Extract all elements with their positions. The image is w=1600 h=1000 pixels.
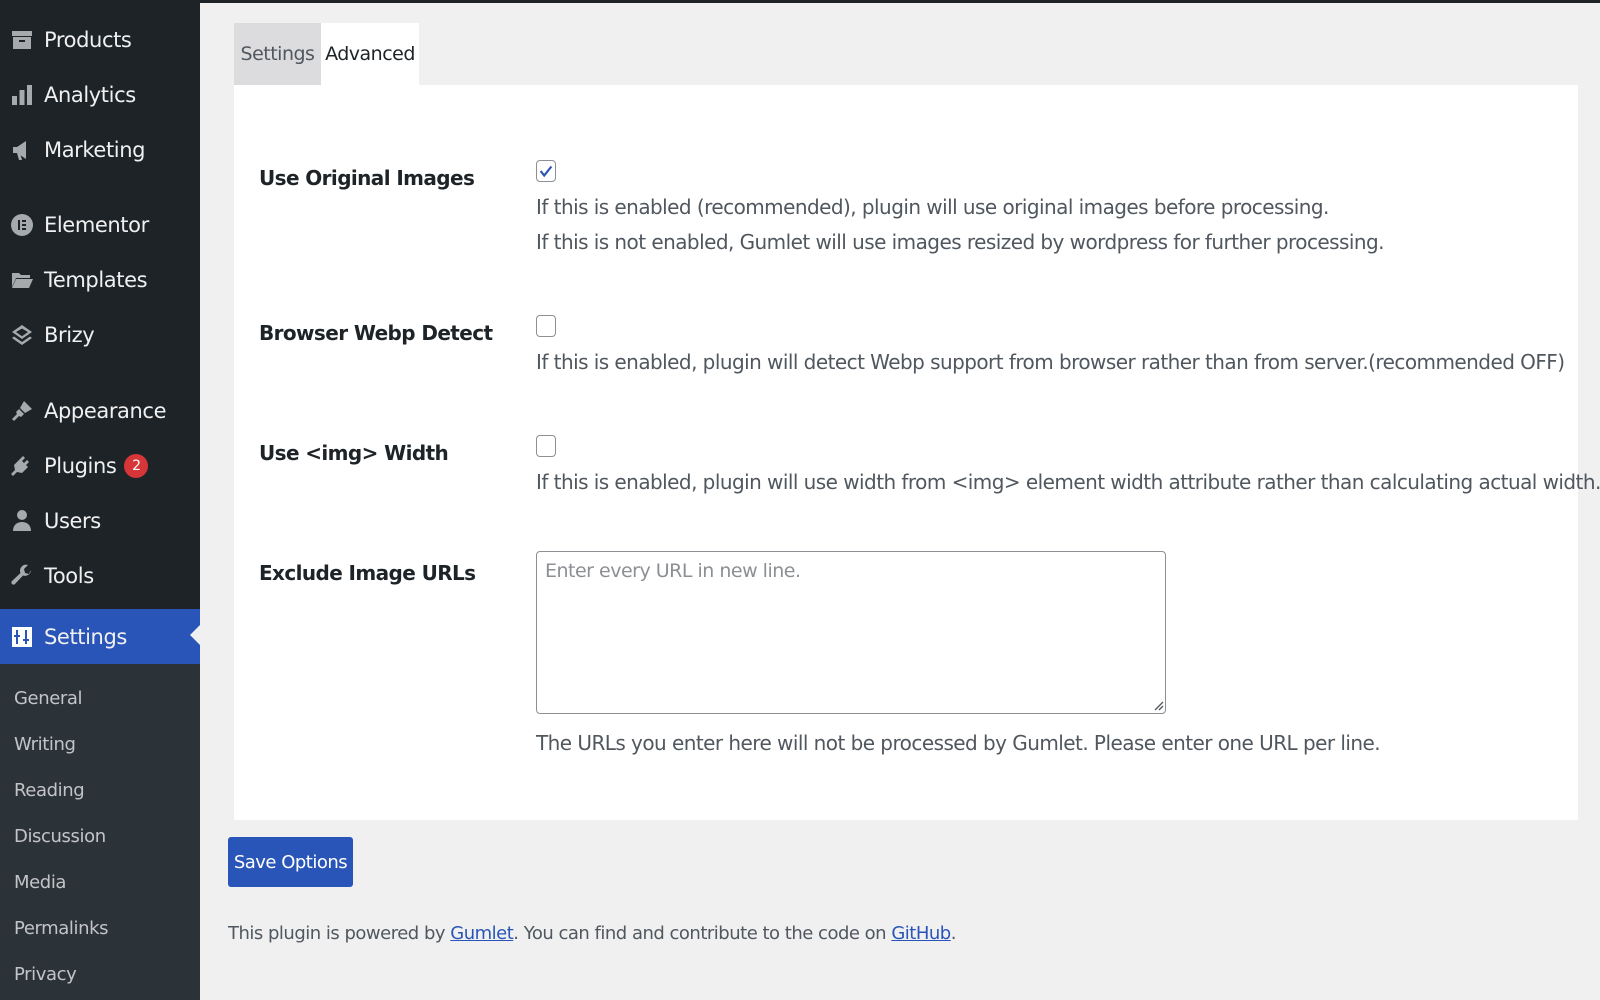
gumlet-link[interactable]: Gumlet — [450, 923, 514, 944]
exclude-image-urls-textarea[interactable] — [536, 551, 1166, 714]
settings-submenu: General Writing Reading Discussion Media… — [0, 664, 200, 1000]
sidebar-item-templates[interactable]: Templates — [0, 254, 200, 306]
admin-sidebar: Products Analytics Marketing Elementor T… — [0, 0, 200, 1000]
exclude-image-urls-label: Exclude Image URLs — [259, 561, 476, 585]
user-icon — [10, 509, 34, 533]
tab-advanced[interactable]: Advanced — [321, 23, 419, 85]
sidebar-item-label: Plugins — [44, 454, 117, 478]
submenu-item-privacy[interactable]: Privacy — [14, 964, 77, 985]
submenu-item-discussion[interactable]: Discussion — [14, 826, 106, 847]
github-link[interactable]: GitHub — [891, 923, 951, 944]
sidebar-item-label: Marketing — [44, 138, 146, 162]
admin-top-edge — [200, 0, 1600, 3]
sidebar-item-label: Brizy — [44, 323, 95, 347]
paintbrush-icon — [10, 399, 34, 423]
use-img-width-label: Use <img> Width — [259, 441, 449, 465]
use-original-images-label: Use Original Images — [259, 166, 475, 190]
sidebar-item-label: Users — [44, 509, 101, 533]
bar-chart-icon — [10, 83, 34, 107]
use-img-width-checkbox[interactable] — [536, 435, 556, 457]
sidebar-item-label: Analytics — [44, 83, 136, 107]
folder-icon — [10, 268, 34, 292]
footer-suffix: . — [950, 923, 957, 944]
exclude-image-urls-description: The URLs you enter here will not be proc… — [536, 731, 1381, 755]
elementor-icon — [10, 213, 34, 237]
browser-webp-detect-checkbox[interactable] — [536, 315, 556, 337]
submenu-item-writing[interactable]: Writing — [14, 734, 76, 755]
sidebar-item-label: Templates — [44, 268, 148, 292]
layers-icon — [10, 323, 34, 347]
checkmark-icon — [539, 165, 553, 178]
sidebar-item-tools[interactable]: Tools — [0, 550, 200, 602]
use-original-images-checkbox[interactable] — [536, 160, 556, 182]
sidebar-item-label: Appearance — [44, 399, 167, 423]
submenu-item-general[interactable]: General — [14, 688, 83, 709]
sidebar-item-settings[interactable]: Settings — [0, 609, 200, 664]
submenu-item-media[interactable]: Media — [14, 872, 66, 893]
sidebar-item-marketing[interactable]: Marketing — [0, 124, 200, 176]
footer-note: This plugin is powered by Gumlet. You ca… — [228, 923, 956, 944]
archive-icon — [10, 28, 34, 52]
sidebar-item-elementor[interactable]: Elementor — [0, 199, 200, 251]
plugins-update-badge: 2 — [124, 454, 149, 478]
use-original-images-description-1: If this is enabled (recommended), plugin… — [536, 195, 1329, 219]
sidebar-item-products[interactable]: Products — [0, 14, 200, 66]
use-original-images-description-2: If this is not enabled, Gumlet will use … — [536, 230, 1385, 254]
sidebar-item-plugins[interactable]: Plugins 2 — [0, 440, 200, 492]
sidebar-item-analytics[interactable]: Analytics — [0, 69, 200, 121]
sidebar-item-users[interactable]: Users — [0, 495, 200, 547]
wrench-icon — [10, 564, 34, 588]
sidebar-item-brizy[interactable]: Brizy — [0, 309, 200, 361]
browser-webp-detect-label: Browser Webp Detect — [259, 321, 493, 345]
submenu-item-reading[interactable]: Reading — [14, 780, 85, 801]
settings-icon — [10, 625, 34, 649]
sidebar-item-label: Elementor — [44, 213, 149, 237]
tab-settings[interactable]: Settings — [234, 23, 321, 85]
save-options-button[interactable]: Save Options — [228, 837, 353, 887]
footer-prefix: This plugin is powered by — [228, 923, 451, 944]
plug-icon — [10, 454, 34, 478]
megaphone-icon — [10, 138, 34, 162]
sidebar-item-label: Tools — [44, 564, 94, 588]
use-img-width-description: If this is enabled, plugin will use widt… — [536, 470, 1600, 494]
sidebar-item-label: Products — [44, 28, 132, 52]
sidebar-item-label: Settings — [44, 624, 127, 649]
sidebar-item-appearance[interactable]: Appearance — [0, 385, 200, 437]
browser-webp-detect-description: If this is enabled, plugin will detect W… — [536, 350, 1565, 374]
footer-middle: . You can find and contribute to the cod… — [513, 923, 892, 944]
submenu-item-permalinks[interactable]: Permalinks — [14, 918, 109, 939]
resize-handle-icon[interactable] — [1152, 699, 1164, 711]
